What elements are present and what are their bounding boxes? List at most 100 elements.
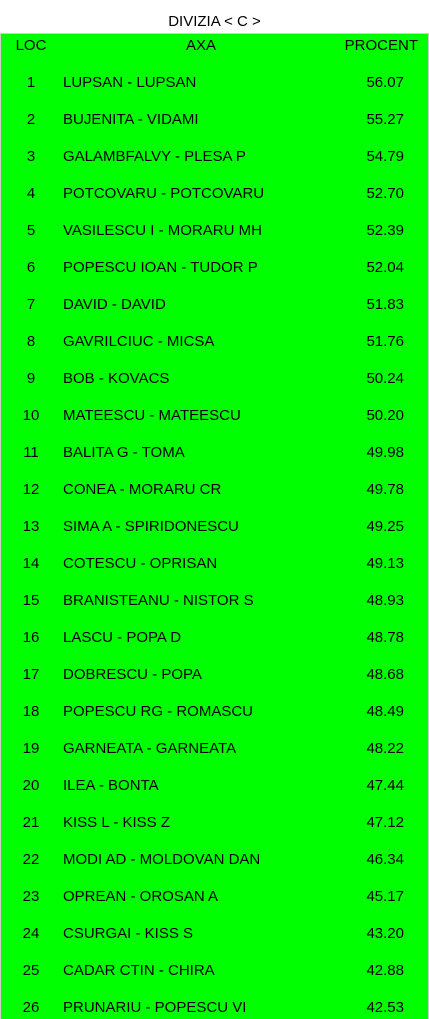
column-header-procent: PROCENT [344, 37, 418, 54]
pair-cell: MATEESCU - MATEESCU [63, 407, 241, 424]
pair-cell: VASILESCU I - MORARU MH [63, 222, 262, 239]
rank-cell: 5 [26, 222, 36, 239]
table-row: 10 MATEESCU - MATEESCU 50.20 [1, 397, 428, 434]
table-row: 5 VASILESCU I - MORARU MH 52.39 [1, 212, 428, 249]
percent-cell: 42.88 [366, 962, 404, 979]
percent-cell: 56.07 [366, 74, 404, 91]
ranking-sheet: DIVIZIA < C > LOC AXA PROCENT 1 LUPSAN - … [0, 0, 429, 1019]
percent-cell: 49.25 [366, 518, 404, 535]
pair-cell: CSURGAI - KISS S [63, 925, 194, 942]
rank-cell: 2 [26, 111, 36, 128]
percent-cell: 49.98 [366, 444, 404, 461]
rank-cell: 25 [22, 962, 40, 979]
percent-cell: 46.34 [366, 851, 404, 868]
pair-cell: LASCU - POPA D [63, 629, 182, 646]
pair-cell: BUJENITA - VIDAMI [63, 111, 199, 128]
table-row: 8 GAVRILCIUC - MICSA 51.76 [1, 323, 428, 360]
percent-cell: 55.27 [366, 111, 404, 128]
column-header-axa: AXA [185, 37, 216, 54]
percent-cell: 48.68 [366, 666, 404, 683]
percent-cell: 51.83 [366, 296, 404, 313]
pair-cell: CONEA - MORARU CR [63, 481, 222, 498]
pair-cell: BOB - KOVACS [63, 370, 170, 387]
rank-cell: 4 [26, 185, 36, 202]
pair-cell: POPESCU IOAN - TUDOR P [63, 259, 258, 276]
percent-cell: 48.93 [366, 592, 404, 609]
pair-cell: POTCOVARU - POTCOVARU [63, 185, 265, 202]
table-row: 25 CADAR CTIN - CHIRA 42.88 [1, 952, 428, 989]
percent-cell: 43.20 [366, 925, 404, 942]
rank-cell: 18 [22, 703, 40, 720]
table-row: 3 GALAMBFALVY - PLESA P 54.79 [1, 138, 428, 175]
table-row: 26 PRUNARIU - POPESCU VI 42.53 [1, 989, 428, 1019]
rank-cell: 13 [22, 518, 40, 535]
table-row: 7 DAVID - DAVID 51.83 [1, 286, 428, 323]
pair-cell: DOBRESCU - POPA [63, 666, 202, 683]
table-row: 15 BRANISTEANU - NISTOR S 48.93 [1, 582, 428, 619]
percent-cell: 47.44 [366, 777, 404, 794]
rank-cell: 6 [26, 259, 36, 276]
pair-cell: KISS L - KISS Z [63, 814, 170, 831]
percent-cell: 52.04 [366, 259, 404, 276]
rank-cell: 19 [22, 740, 40, 757]
rank-cell: 16 [22, 629, 40, 646]
pair-cell: MODI AD - MOLDOVAN DAN [63, 851, 261, 868]
table-row: 6 POPESCU IOAN - TUDOR P 52.04 [1, 249, 428, 286]
rank-cell: 24 [22, 925, 40, 942]
table-row: 13 SIMA A - SPIRIDONESCU 49.25 [1, 508, 428, 545]
rank-cell: 14 [22, 555, 40, 572]
pair-cell: GALAMBFALVY - PLESA P [63, 148, 246, 165]
pair-cell: DAVID - DAVID [63, 296, 166, 313]
pair-cell: OPREAN - OROSAN A [63, 888, 219, 905]
percent-cell: 45.17 [366, 888, 404, 905]
pair-cell: LUPSAN - LUPSAN [63, 74, 197, 91]
rank-cell: 10 [22, 407, 40, 424]
rank-cell: 1 [26, 74, 36, 91]
table-row: 9 BOB - KOVACS 50.24 [1, 360, 428, 397]
pair-cell: ILEA - BONTA [63, 777, 159, 794]
pair-cell: BRANISTEANU - NISTOR S [63, 592, 254, 609]
percent-cell: 49.13 [366, 555, 404, 572]
table-row: 24 CSURGAI - KISS S 43.20 [1, 915, 428, 952]
percent-cell: 48.49 [366, 703, 404, 720]
percent-cell: 48.78 [366, 629, 404, 646]
pair-cell: PRUNARIU - POPESCU VI [63, 999, 247, 1016]
rank-cell: 3 [26, 148, 36, 165]
table-row: 14 COTESCU - OPRISAN 49.13 [1, 545, 428, 582]
rank-cell: 7 [26, 296, 36, 313]
rank-cell: 11 [23, 444, 39, 461]
pair-cell: SIMA A - SPIRIDONESCU [63, 518, 239, 535]
percent-cell: 54.79 [366, 148, 404, 165]
pair-cell: GARNEATA - GARNEATA [63, 740, 237, 757]
percent-cell: 42.53 [366, 999, 404, 1016]
pair-cell: POPESCU RG - ROMASCU [63, 703, 254, 720]
rank-cell: 21 [22, 814, 40, 831]
percent-cell: 50.24 [366, 370, 404, 387]
table-row: 19 GARNEATA - GARNEATA 48.22 [1, 730, 428, 767]
table-row: 20 ILEA - BONTA 47.44 [1, 767, 428, 804]
column-header-loc: LOC [15, 37, 47, 54]
percent-cell: 52.39 [366, 222, 404, 239]
sheet-title: DIVIZIA < C > [0, 0, 429, 34]
rank-cell: 23 [22, 888, 40, 905]
table-row: 12 CONEA - MORARU CR 49.78 [1, 471, 428, 508]
table-row: 21 KISS L - KISS Z 47.12 [1, 804, 428, 841]
percent-cell: 52.70 [366, 185, 404, 202]
rank-cell: 26 [22, 999, 40, 1016]
table-row: 22 MODI AD - MOLDOVAN DAN 46.34 [1, 841, 428, 878]
pair-cell: CADAR CTIN - CHIRA [63, 962, 215, 979]
table-body: 1 LUPSAN - LUPSAN 56.07 2 BUJENITA - VIDAMI 5… [1, 64, 428, 1019]
results-table: LOC AXA PROCENT 1 LUPSAN - LUPSAN 56.07 2 BU… [0, 34, 429, 1019]
rank-cell: 17 [22, 666, 40, 683]
table-row: 11 BALITA G - TOMA 49.98 [1, 434, 428, 471]
table-row: 23 OPREAN - OROSAN A 45.17 [1, 878, 428, 915]
table-row: 1 LUPSAN - LUPSAN 56.07 [1, 64, 428, 101]
percent-cell: 48.22 [366, 740, 404, 757]
pair-cell: GAVRILCIUC - MICSA [63, 333, 215, 350]
rank-cell: 12 [22, 481, 40, 498]
rank-cell: 20 [22, 777, 40, 794]
table-row: 2 BUJENITA - VIDAMI 55.27 [1, 101, 428, 138]
rank-cell: 8 [26, 333, 36, 350]
percent-cell: 49.78 [366, 481, 404, 498]
pair-cell: COTESCU - OPRISAN [63, 555, 218, 572]
